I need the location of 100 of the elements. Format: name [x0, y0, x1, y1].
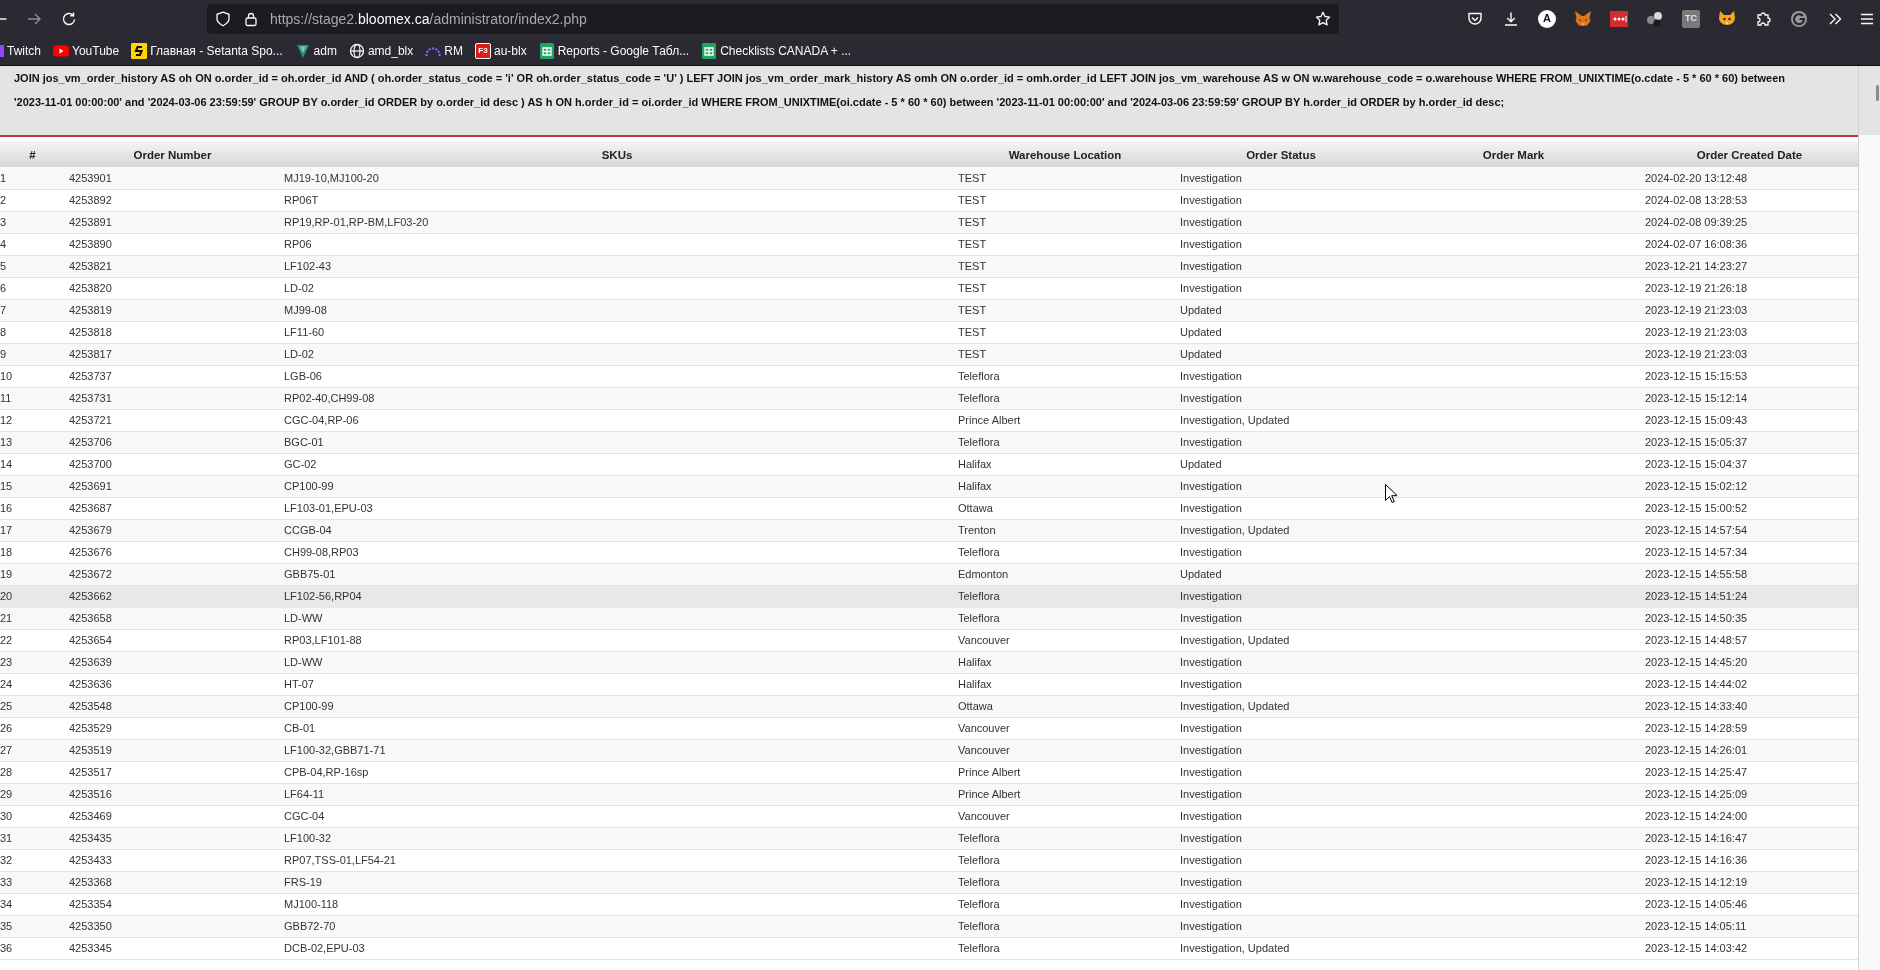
table-cell: 30 [0, 805, 65, 827]
globe-icon[interactable] [348, 43, 365, 59]
table-cell: 24 [0, 673, 65, 695]
table-cell: HT-07 [280, 673, 954, 695]
table-cell: 2023-12-15 14:44:02 [1641, 673, 1858, 695]
url-text[interactable]: https://stage2.bloomex.ca/administrator/index2.php [270, 10, 587, 27]
table-cell: 2023-12-15 15:05:37 [1641, 431, 1858, 453]
table-cell: Investigation [1176, 387, 1386, 409]
table-cell: Investigation [1176, 607, 1386, 629]
table-cell: TEST [954, 255, 1176, 277]
spreadsheet-icon[interactable] [538, 43, 555, 59]
table-cell: 2023-12-15 14:25:09 [1641, 783, 1858, 805]
dots-tile-icon[interactable] [1610, 10, 1628, 27]
table-cell: 4253691 [65, 475, 280, 497]
table-cell: 18 [0, 541, 65, 563]
bookmark-item[interactable]: amd_blx [342, 43, 420, 59]
table-cell: 29 [0, 783, 65, 805]
table-cell: Teleflora [954, 937, 1176, 959]
table-cell: GC-02 [280, 453, 954, 475]
table-cell: 2023-12-15 14:45:20 [1641, 651, 1858, 673]
triangle-icon[interactable] [294, 43, 311, 59]
table-cell: Investigation [1176, 431, 1386, 453]
table-cell: 4253817 [65, 343, 280, 365]
table-cell: 17 [0, 519, 65, 541]
bookmark-item[interactable]: RM [419, 43, 469, 59]
spreadsheet-icon[interactable] [701, 43, 718, 59]
table-cell: 4253901 [65, 167, 280, 189]
table-cell: Investigation [1176, 541, 1386, 563]
table-cell: Investigation [1176, 915, 1386, 937]
bookmark-item[interactable]: adm [288, 43, 343, 59]
table-cell: Updated [1176, 321, 1386, 343]
letter-badge[interactable]: TC [1682, 9, 1700, 28]
play-button-icon[interactable] [53, 43, 69, 59]
table-cell: CCGB-04 [280, 519, 954, 541]
table-cell: 4253721 [65, 409, 280, 431]
table-cell: 4253469 [65, 805, 280, 827]
table-cell: 4253345 [65, 937, 280, 959]
square-logo-icon[interactable] [131, 43, 148, 59]
table-cell: MJ99-08 [280, 299, 954, 321]
table-cell: 2023-12-15 14:28:59 [1641, 717, 1858, 739]
table-cell: Investigation [1176, 233, 1386, 255]
table-cell: Teleflora [954, 431, 1176, 453]
table-cell: 2023-12-15 15:15:53 [1641, 365, 1858, 387]
table-cell: LGB-06 [280, 365, 954, 387]
download-icon[interactable] [1503, 10, 1519, 27]
table-cell: 21 [0, 607, 65, 629]
chevron-shield-icon[interactable] [1467, 10, 1483, 27]
bookmark-item[interactable]: Checklists CANADA + ... [695, 43, 858, 59]
bookmark-item[interactable]: Главная - Setanta Spo... [125, 43, 289, 59]
star-icon[interactable] [1315, 10, 1331, 27]
table-cell: 2023-12-15 15:12:14 [1641, 387, 1858, 409]
table-cell: Teleflora [954, 541, 1176, 563]
table-cell: 2023-12-15 14:55:58 [1641, 563, 1858, 585]
table-cell: 2023-12-21 14:23:27 [1641, 255, 1858, 277]
spheres-icon[interactable] [1646, 10, 1664, 27]
table-cell: 2023-12-15 14:24:00 [1641, 805, 1858, 827]
table-cell: 27 [0, 739, 65, 761]
address-field[interactable]: https://stage2.bloomex.ca/administrator/index2.php [207, 3, 1339, 34]
table-cell: TEST [954, 233, 1176, 255]
letter-badge[interactable]: A [1538, 9, 1556, 28]
cat-face-icon[interactable] [1718, 10, 1736, 27]
table-cell: 4253676 [65, 541, 280, 563]
bookmark-item[interactable]: Reports - Google Табл... [532, 43, 696, 59]
bookmark-item[interactable]: YouTube [47, 43, 126, 59]
table-cell: Investigation, Updated [1176, 695, 1386, 717]
table-cell: LF100-32,GBB71-71 [280, 739, 954, 761]
bookmark-item[interactable]: Twitch [0, 43, 47, 59]
lock-icon [245, 10, 257, 27]
table-cell: 2023-12-15 15:09:43 [1641, 409, 1858, 431]
table-cell: RP19,RP-01,RP-BM,LF03-20 [280, 211, 954, 233]
table-cell: Teleflora [954, 871, 1176, 893]
table-cell: 28 [0, 761, 65, 783]
scrollbar-thumb[interactable] [1876, 85, 1879, 101]
table-cell: 2023-12-15 14:16:36 [1641, 849, 1858, 871]
table-cell: 2023-12-15 14:57:54 [1641, 519, 1858, 541]
table-cell: 35 [0, 915, 65, 937]
table-cell: 8 [0, 321, 65, 343]
shield-icon[interactable] [216, 10, 230, 27]
ring-icon[interactable] [1790, 9, 1808, 28]
table-cell: DCB-02,EPU-03 [280, 937, 954, 959]
bookmark-item[interactable]: F3 au-blx [468, 43, 533, 59]
table-cell: 4253435 [65, 827, 280, 849]
puzzle-icon[interactable] [1755, 10, 1771, 27]
table-cell: 4253892 [65, 189, 280, 211]
fox-icon[interactable] [1574, 10, 1592, 27]
table-cell: 4253519 [65, 739, 280, 761]
table-cell: CGC-04,RP-06 [280, 409, 954, 431]
table-cell: TEST [954, 299, 1176, 321]
table-cell: LF103-01,EPU-03 [280, 497, 954, 519]
table-cell: 4253639 [65, 651, 280, 673]
reload-icon[interactable] [61, 10, 77, 27]
table-cell: 2023-12-15 14:16:47 [1641, 827, 1858, 849]
table-cell: CPB-04,RP-16sp [280, 761, 954, 783]
table-cell: 4253891 [65, 211, 280, 233]
table-cell: Investigation, Updated [1176, 519, 1386, 541]
table-cell: 4253731 [65, 387, 280, 409]
favicon-fragment-icon[interactable] [0, 43, 4, 59]
column-header: Order Mark [1386, 142, 1641, 167]
sql-query-text: JOIN jos_vm_order_history AS oh ON o.order_id = oh.order_id AND ( oh.order_status_code = 'i' OR oh.order_status_code = 'U' ) LEFT JOIN jos_vm_order_mark_history AS omh ON o.order_id = omh.order_id LEFT JOIN jos_vm_warehouse AS w ON w.warehouse_code = o.warehouse WHERE FROM_UNIXTIME(o.cdate - 5 * 60 * 60) between [14, 71, 1786, 86]
table-cell: 2024-02-20 13:12:48 [1641, 167, 1858, 189]
